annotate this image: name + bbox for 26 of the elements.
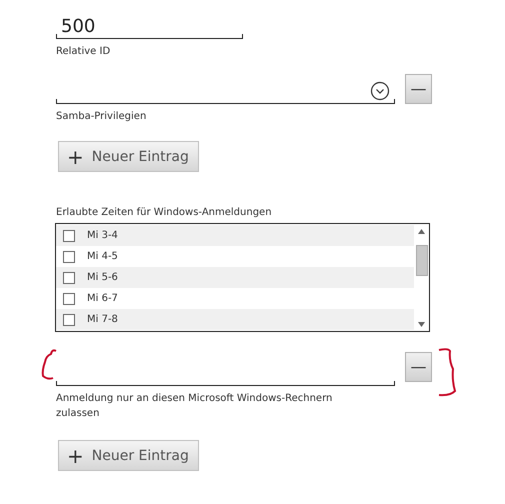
list-item[interactable]: Mi 5-6 [56,267,414,288]
list-item[interactable]: Mi 7-8 [56,309,414,330]
item-label: Mi 4-5 [87,251,118,262]
list-item[interactable]: Mi 3-4 [56,225,414,246]
scroll-down-icon [418,322,425,327]
checkbox[interactable] [63,272,75,284]
checkbox[interactable] [63,314,75,326]
scroll-up-icon [418,229,425,234]
relative-id-field[interactable]: 500 [56,16,243,39]
remove-button[interactable]: — [405,74,432,104]
checkbox[interactable] [63,230,75,242]
list-label: Erlaubte Zeiten für Windows-Anmeldungen [56,207,272,218]
scroll-thumb[interactable] [416,244,428,276]
item-label: Mi 5-6 [87,272,118,283]
new-entry-button[interactable]: + Neuer Eintrag [58,141,199,172]
field-label: Samba-Privilegien [56,111,148,122]
remove-button[interactable]: — [405,352,432,382]
checkbox[interactable] [63,292,75,304]
item-label: Mi 7-8 [87,314,118,325]
checkbox[interactable] [63,250,75,262]
chevron-down-icon [370,81,390,101]
field-label: Relative ID [56,46,112,57]
new-entry-button[interactable]: + Neuer Eintrag [58,440,199,471]
field-label: Anmeldung nur an diesen Microsoft Windows-Rechnern zulassen [56,392,334,421]
item-label: Mi 6-7 [87,293,118,304]
item-label: Mi 3-4 [87,230,118,241]
